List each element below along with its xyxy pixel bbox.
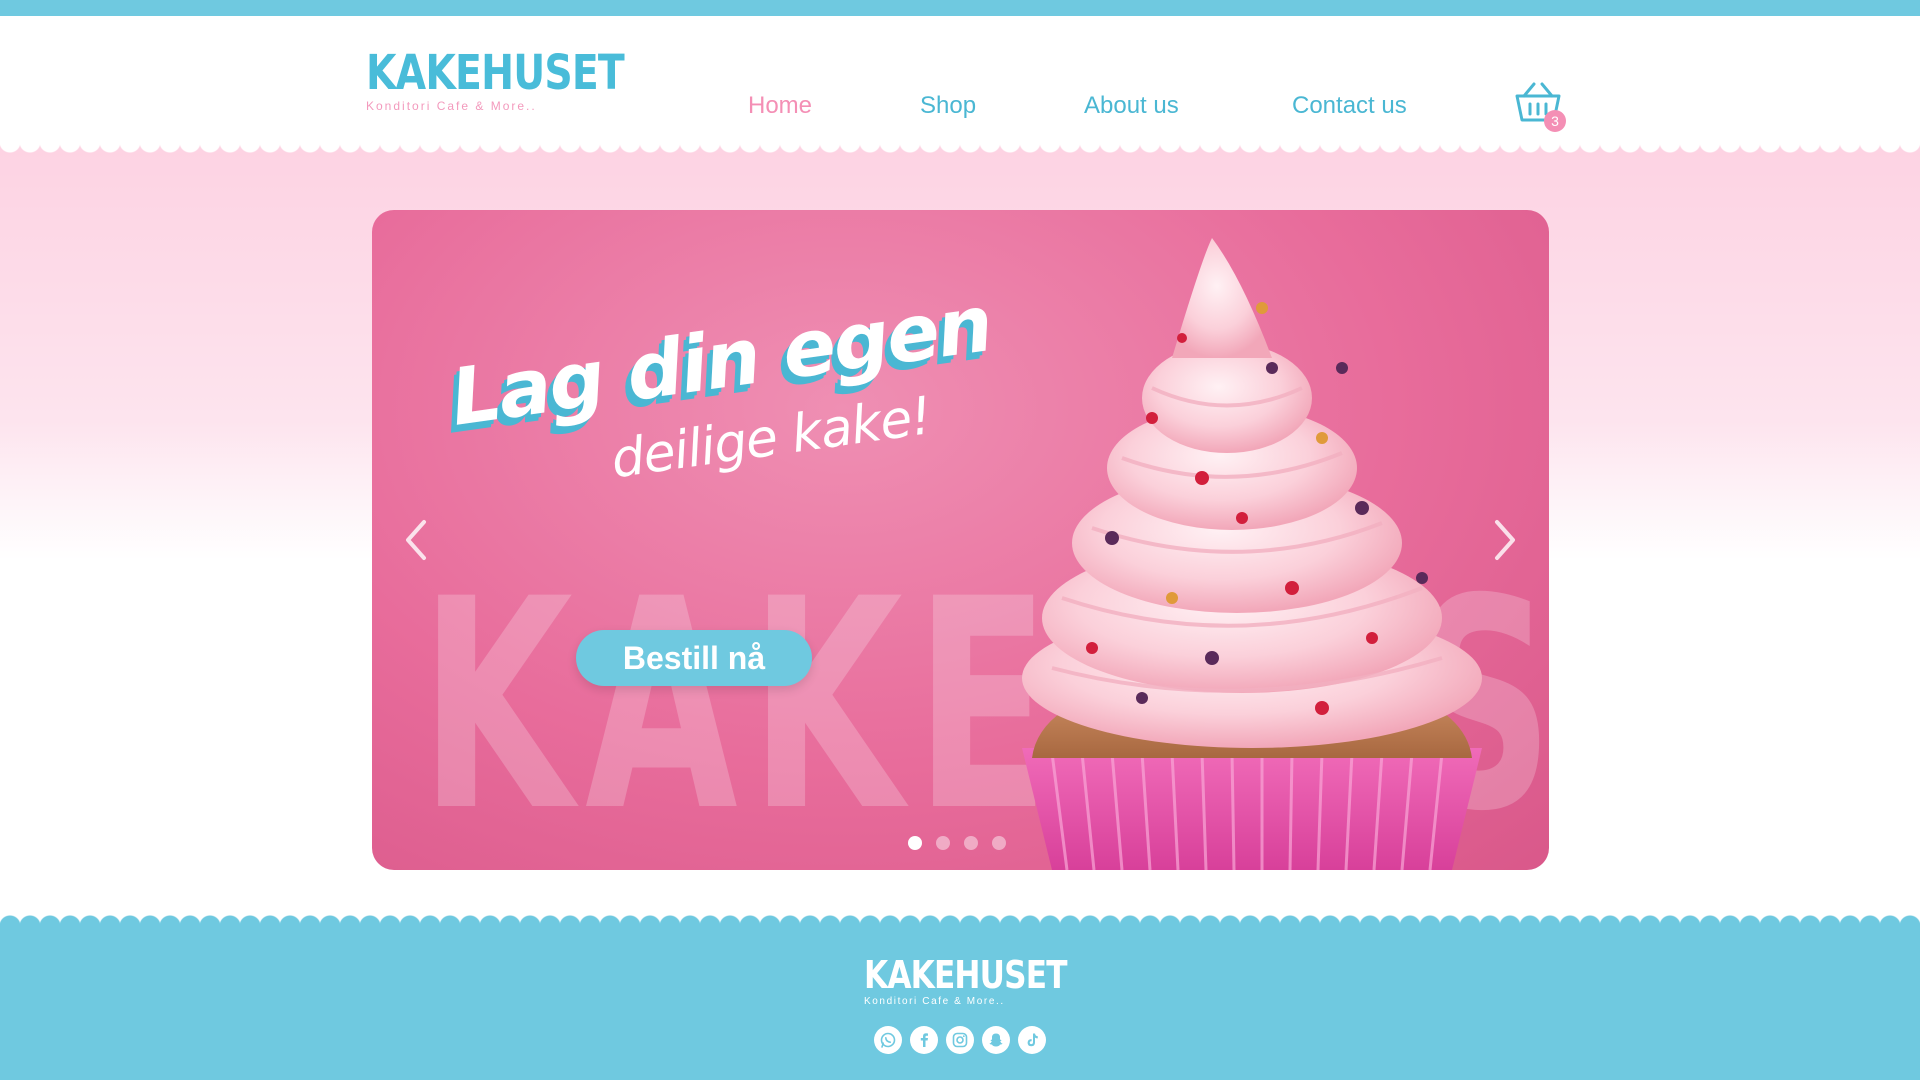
slider-dot-3[interactable]	[964, 836, 978, 850]
brand-name: KAKEHUSET	[366, 45, 625, 101]
site-footer: KAKEHUSET Konditori Cafe & More..	[0, 910, 1920, 1080]
site-header: KAKEHUSET Konditori Cafe & More.. Home S…	[0, 16, 1920, 156]
slider-dot-4[interactable]	[992, 836, 1006, 850]
chevron-right-icon	[1495, 520, 1515, 560]
social-links	[874, 1026, 1046, 1054]
facebook-icon	[920, 1033, 928, 1047]
main-nav: Home Shop About us Contact us	[0, 92, 1920, 132]
footer-brand-name: KAKEHUSET	[864, 952, 1068, 997]
whatsapp-link[interactable]	[874, 1026, 902, 1054]
whatsapp-icon	[880, 1032, 896, 1048]
tiktok-link[interactable]	[1018, 1026, 1046, 1054]
instagram-icon	[952, 1032, 968, 1048]
nav-contact-us[interactable]: Contact us	[1292, 92, 1407, 120]
nav-about-us[interactable]: About us	[1084, 92, 1179, 120]
footer-wordmark: KAKEHUSET Konditori Cafe & More..	[864, 956, 1111, 1007]
chevron-left-icon	[406, 520, 426, 560]
order-now-button[interactable]: Bestill nå	[576, 630, 812, 686]
cart-count-badge: 3	[1544, 110, 1566, 132]
hero-headline-group: Lag din egen deilige kake!	[445, 279, 1020, 500]
slider-dot-2[interactable]	[936, 836, 950, 850]
tiktok-icon	[1027, 1033, 1038, 1047]
nav-home[interactable]: Home	[748, 92, 812, 120]
cart-button[interactable]: 3	[1514, 80, 1570, 134]
snapchat-icon	[989, 1033, 1003, 1047]
top-scallop-border	[0, 0, 1920, 20]
facebook-link[interactable]	[910, 1026, 938, 1054]
cupcake-image	[1022, 238, 1482, 870]
instagram-link[interactable]	[946, 1026, 974, 1054]
hero-slider: KAKEHUSET	[372, 210, 1549, 870]
slider-next-button[interactable]	[1485, 510, 1525, 570]
footer-logo[interactable]: KAKEHUSET Konditori Cafe & More..	[852, 946, 1082, 1016]
slider-pagination	[908, 836, 1006, 852]
footer-brand-tagline: Konditori Cafe & More..	[864, 995, 1005, 1007]
nav-shop[interactable]: Shop	[920, 92, 976, 120]
slider-dot-1[interactable]	[908, 836, 922, 850]
slider-prev-button[interactable]	[396, 510, 436, 570]
snapchat-link[interactable]	[982, 1026, 1010, 1054]
